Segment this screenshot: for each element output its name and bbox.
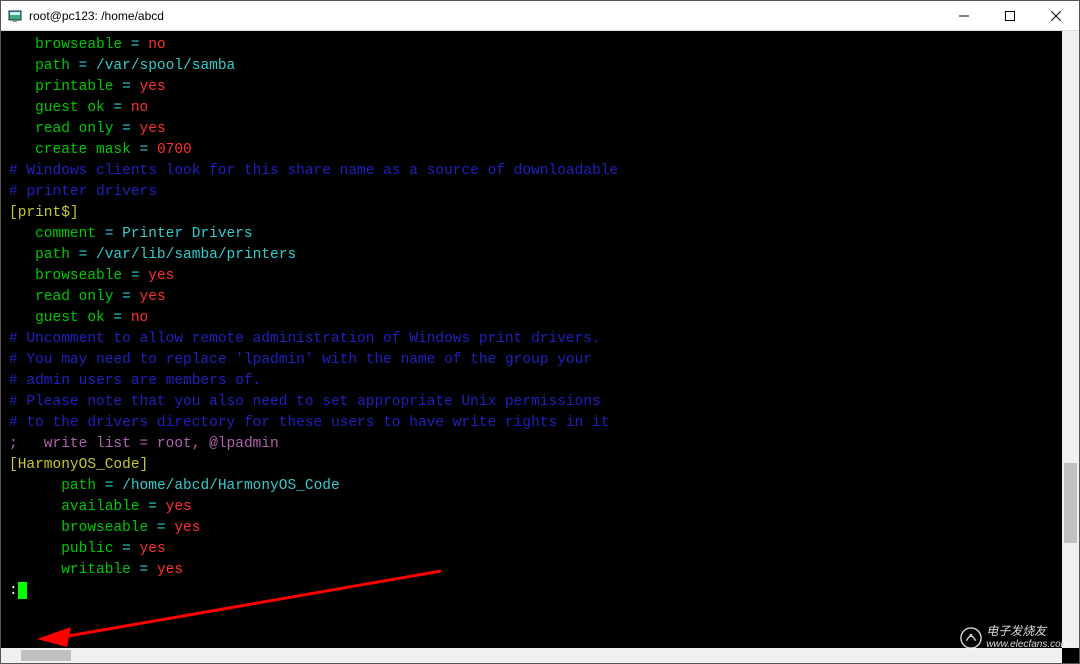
terminal-line: create mask = 0700 — [9, 140, 1071, 161]
terminal-line: path = /var/spool/samba — [9, 56, 1071, 77]
titlebar[interactable]: root@pc123: /home/abcd — [1, 1, 1079, 31]
cursor-icon — [18, 582, 27, 599]
terminal-line: ; write list = root, @lpadmin — [9, 434, 1071, 455]
terminal-window: root@pc123: /home/abcd browseable = no p… — [0, 0, 1080, 664]
terminal-line: # Please note that you also need to set … — [9, 392, 1071, 413]
terminal-line: available = yes — [9, 497, 1071, 518]
terminal-line: read only = yes — [9, 119, 1071, 140]
putty-icon — [7, 8, 23, 24]
minimize-button[interactable] — [941, 1, 987, 30]
terminal-line: # You may need to replace 'lpadmin' with… — [9, 350, 1071, 371]
watermark: 电子发烧友 www.elecfans.com — [960, 625, 1069, 651]
terminal-line: # Uncomment to allow remote administrati… — [9, 329, 1071, 350]
terminal-line: # to the drivers directory for these use… — [9, 413, 1071, 434]
vertical-scrollbar[interactable] — [1062, 31, 1079, 648]
terminal-line: # printer drivers — [9, 182, 1071, 203]
terminal-line: browseable = no — [9, 35, 1071, 56]
watermark-logo-icon — [960, 627, 982, 649]
terminal-line: read only = yes — [9, 287, 1071, 308]
watermark-text-1: 电子发烧友 — [986, 625, 1069, 638]
terminal-line: printable = yes — [9, 77, 1071, 98]
terminal-line: comment = Printer Drivers — [9, 224, 1071, 245]
terminal-line: browseable = yes — [9, 518, 1071, 539]
terminal-line: writable = yes — [9, 560, 1071, 581]
window-controls — [941, 1, 1079, 30]
terminal-line: [print$] — [9, 203, 1071, 224]
terminal-line: path = /home/abcd/HarmonyOS_Code — [9, 476, 1071, 497]
scrollbar-thumb[interactable] — [1064, 463, 1077, 543]
watermark-text-2: www.elecfans.com — [986, 638, 1069, 651]
window-title: root@pc123: /home/abcd — [29, 9, 164, 23]
terminal-content[interactable]: browseable = no path = /var/spool/samba … — [1, 31, 1079, 663]
terminal-line: [HarmonyOS_Code] — [9, 455, 1071, 476]
terminal-line: # admin users are members of. — [9, 371, 1071, 392]
terminal-line: # Windows clients look for this share na… — [9, 161, 1071, 182]
terminal-line: public = yes — [9, 539, 1071, 560]
prompt-line[interactable]: : — [9, 581, 1071, 602]
terminal-line: guest ok = no — [9, 98, 1071, 119]
close-button[interactable] — [1033, 1, 1079, 30]
horizontal-scrollbar-thumb[interactable] — [21, 650, 71, 661]
maximize-button[interactable] — [987, 1, 1033, 30]
terminal-line: path = /var/lib/samba/printers — [9, 245, 1071, 266]
terminal-line: guest ok = no — [9, 308, 1071, 329]
terminal-line: browseable = yes — [9, 266, 1071, 287]
horizontal-scrollbar[interactable] — [1, 648, 1062, 663]
